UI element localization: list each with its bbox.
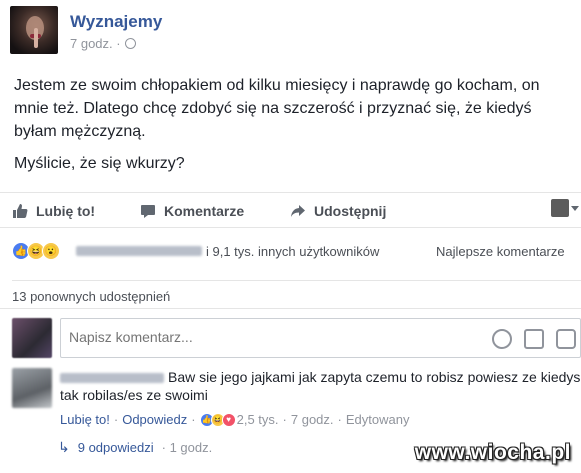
comment-composer [12,318,581,358]
commenter-name-blurred[interactable] [60,373,164,384]
page-avatar[interactable] [10,6,58,54]
comment-box[interactable] [60,318,581,358]
chevron-down-icon [571,205,579,211]
like-label: Lubię to! [36,203,96,219]
reply-arrow-icon: ↳ [58,439,70,455]
comment-meta: Lubię to! · Odpowiedz · 👍 😆 ♥ 2,5 tys. ·… [60,412,409,427]
composer-tools [492,329,576,349]
replies-link[interactable]: 9 odpowiedzi [78,440,154,455]
love-reaction-icon: ♥ [221,412,236,427]
reactions-summary: 👍 😆 😮 i 9,1 tys. innych użytkowników Naj… [12,242,581,266]
comment-like-link[interactable]: Lubię to! [60,412,110,427]
emoji-icon[interactable] [492,329,512,349]
replies-row[interactable]: ↳ 9 odpowiedzi · 1 godz. [58,439,212,456]
shares-count-link[interactable]: 13 ponownych udostępnień [12,280,581,304]
top-comments-selector[interactable]: Najlepsze komentarze [436,244,565,259]
globe-icon [124,38,136,49]
comment-button[interactable]: Komentarze [140,203,244,219]
post-paragraph: Myślicie, że się wkurzy? [14,155,185,172]
separator: · [191,412,196,427]
share-arrow-icon [291,205,305,217]
page-name-link[interactable]: Wyznajemy [70,12,162,32]
comment-reaction-icons[interactable]: 👍 😆 ♥ [199,412,236,427]
share-label: Udostępnij [314,203,387,219]
post-paragraph: Jestem ze swoim chłopakiem od kilku mies… [14,77,540,140]
avatar [12,318,52,358]
commenter-avatar[interactable] [12,368,52,408]
reactions-count-link[interactable]: i 9,1 tys. innych użytkowników [206,244,379,259]
post-as-selector[interactable] [551,199,579,217]
thumbs-up-icon [13,204,28,218]
separator: · [337,412,342,427]
post-header: Wyznajemy 7 godz. · [10,6,162,66]
comment-input[interactable] [69,329,449,345]
post-timestamp[interactable]: 7 godz. · [70,36,162,51]
comment-time[interactable]: 7 godz. [291,412,334,427]
post-meta: Wyznajemy 7 godz. · [70,6,162,66]
wow-reaction-icon: 😮 [42,242,60,260]
reactor-name-blurred[interactable] [76,246,202,256]
watermark: www.wiocha.pl [414,441,571,464]
separator: · [113,412,119,427]
reaction-icons[interactable]: 👍 😆 😮 [12,242,60,260]
comment-body: Baw sie jego jajkami jak zapyta czemu to… [60,368,581,404]
comment-icon [141,205,155,218]
separator: · [282,412,287,427]
post-actions-bar: Lubię to! Komentarze Udostępnij [0,192,581,228]
post-body: Jestem ze swoim chłopakiem od kilku mies… [14,74,574,184]
post-time-text[interactable]: 7 godz. · [70,36,121,51]
share-button[interactable]: Udostępnij [290,203,386,219]
comment-label: Komentarze [164,203,245,219]
camera-icon[interactable] [524,329,544,349]
like-button[interactable]: Lubię to! [12,203,95,219]
comment-reply-link[interactable]: Odpowiedz [122,412,187,427]
sticker-icon[interactable] [556,329,576,349]
divider [0,308,581,309]
comment-edited[interactable]: Edytowany [346,412,410,427]
replies-time: · 1 godz. [161,440,213,455]
comment-reaction-count[interactable]: 2,5 tys. [237,412,279,427]
user-avatar-small [551,199,569,217]
